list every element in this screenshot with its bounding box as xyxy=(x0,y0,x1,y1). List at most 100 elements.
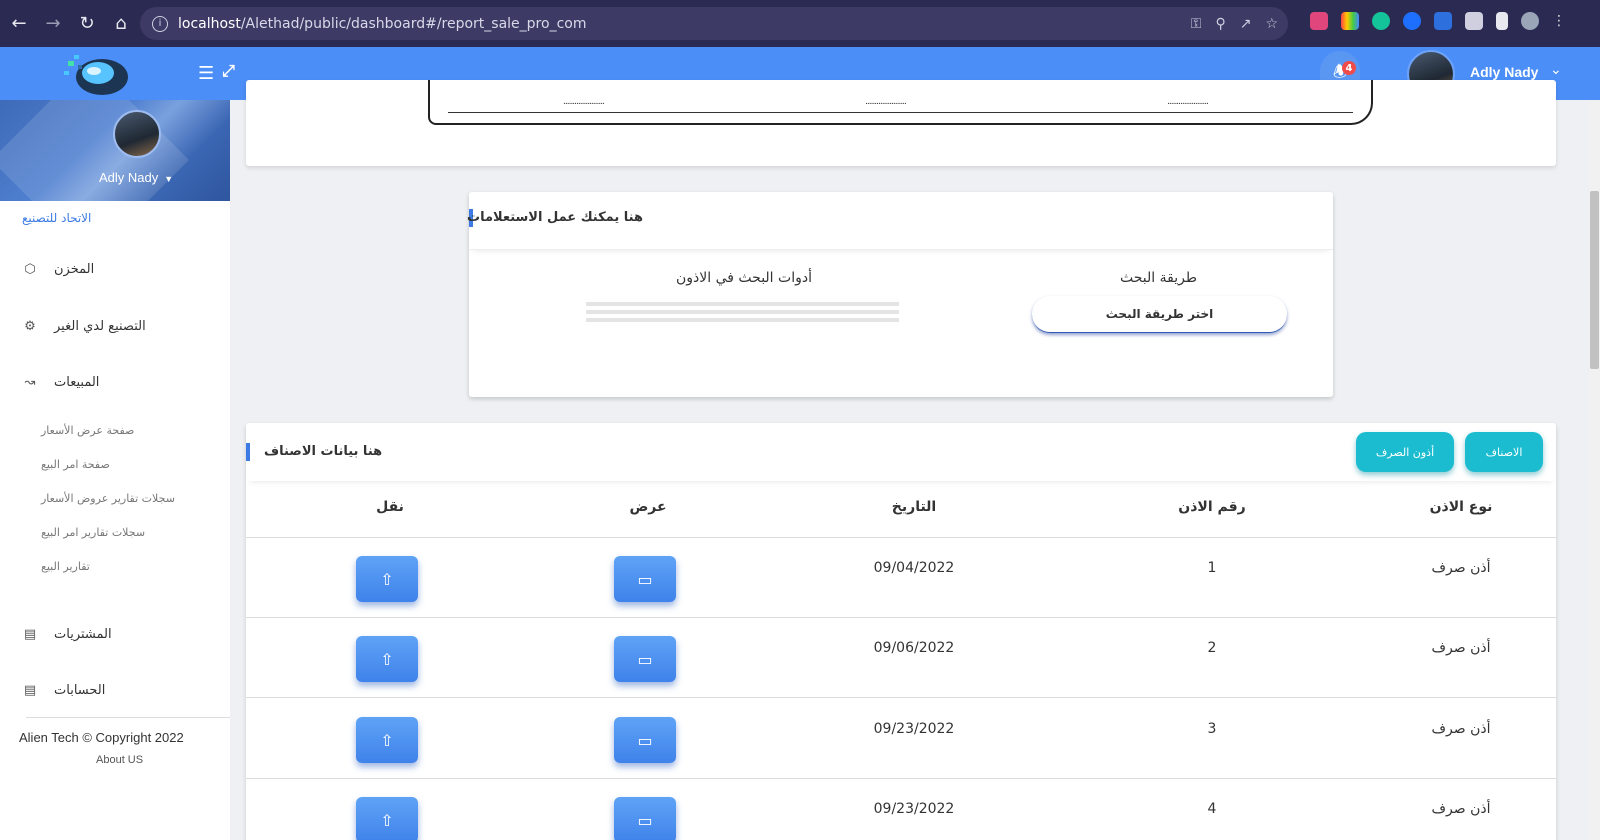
extension-infinity-icon[interactable] xyxy=(1403,12,1421,30)
card-icon: ▤ xyxy=(23,683,37,698)
move-button[interactable]: ⇧ xyxy=(356,556,418,602)
url-path: /Alethad/public/dashboard#/report_sale_p… xyxy=(240,15,587,32)
extension-feather-icon[interactable] xyxy=(1434,12,1452,30)
view-button[interactable]: ▭ xyxy=(614,717,676,763)
alien-tech-logo[interactable] xyxy=(64,51,130,97)
column-header-number: رقم الاذن xyxy=(1178,499,1246,515)
extensions-bar: ⋮ xyxy=(1310,12,1566,34)
key-icon[interactable]: ⚿ xyxy=(1191,16,1202,32)
about-us-link[interactable]: About US xyxy=(96,754,143,766)
report-paper: ...................... .................… xyxy=(428,80,1373,125)
sidebar-item-label: الحسابات xyxy=(54,683,106,698)
share-icon[interactable]: ↗ xyxy=(1240,16,1252,32)
column-header-date: التاريخ xyxy=(891,499,937,515)
zoom-icon[interactable]: ⚲ xyxy=(1215,16,1225,32)
cell-date: 09/23/2022 xyxy=(873,801,955,817)
column-header-view: عرض xyxy=(629,499,667,515)
bookmark-star-icon[interactable]: ☆ xyxy=(1265,16,1278,32)
table-card-header: هنا بيانات الاصناف الاصناف أذون الصرف xyxy=(246,423,1556,481)
sidebar-subitem-quotations[interactable]: صفحة عرض الأسعار xyxy=(41,424,134,437)
chevron-down-icon[interactable]: ⌄ xyxy=(1550,62,1562,78)
home-icon[interactable]: ⌂ xyxy=(106,9,136,39)
cell-type: أذن صرف xyxy=(1431,721,1491,737)
sidebar-subitem-sales-order[interactable]: صفحة امر البيع xyxy=(41,458,110,471)
url-host: localhost xyxy=(178,15,241,32)
search-card-header: هنا يمكنك عمل الاستعلامات xyxy=(467,192,1333,250)
caret-down-icon: ▼ xyxy=(164,174,174,184)
gear-icon: ⚙ xyxy=(24,319,36,334)
sidebar-item-purchases[interactable]: ▤ المشتريات xyxy=(22,627,112,642)
profile-icon[interactable] xyxy=(1521,12,1539,30)
site-info-icon[interactable]: i xyxy=(152,15,168,32)
cell-type: أذن صرف xyxy=(1431,640,1491,656)
signature-dots: ...................... xyxy=(1167,97,1209,107)
sidebar-divider xyxy=(26,717,230,718)
monitor-icon: ▭ xyxy=(637,730,653,750)
sidebar-item-outsourcing[interactable]: ⚙ التصنيع لدي الغير xyxy=(22,319,146,334)
extension-pink-icon[interactable] xyxy=(1310,12,1328,30)
sidebar-item-sales[interactable]: ↝ المبيعات xyxy=(22,375,100,390)
monitor-icon: ▭ xyxy=(637,569,653,589)
fullscreen-icon[interactable]: ⤢ xyxy=(222,61,235,81)
cell-number: 2 xyxy=(1207,640,1217,656)
address-bar[interactable]: i localhost/Alethad/public/dashboard#/re… xyxy=(140,7,1288,40)
table-row: أذن صرف 3 09/23/2022 ▭ ⇧ xyxy=(246,699,1556,779)
cube-icon: ⬡ xyxy=(24,262,36,277)
reload-icon[interactable]: ↻ xyxy=(72,9,102,39)
sidebar-subitem-sales-reports[interactable]: تقارير البيع xyxy=(41,560,90,573)
choose-search-method-button[interactable]: اختر طريقة البحث xyxy=(1032,296,1287,333)
hamburger-menu-icon[interactable]: ☰ xyxy=(198,63,214,84)
monitor-icon: ▭ xyxy=(637,810,653,830)
column-header-type: نوع الاذن xyxy=(1429,499,1493,515)
view-button[interactable]: ▭ xyxy=(614,556,676,602)
issue-permits-button[interactable]: أذون الصرف xyxy=(1356,432,1454,472)
move-button[interactable]: ⇧ xyxy=(356,797,418,840)
cell-date: 09/23/2022 xyxy=(873,721,955,737)
card-icon: ▤ xyxy=(23,627,37,642)
table-card-title: هنا بيانات الاصناف xyxy=(264,444,383,459)
puzzle-icon[interactable] xyxy=(1465,12,1483,30)
menu-kebab-icon[interactable]: ⋮ xyxy=(1552,12,1566,30)
sidebar-item-label: المشتريات xyxy=(54,627,112,642)
sidebar-item-label: التصنيع لدي الغير xyxy=(54,319,146,334)
cell-date: 09/06/2022 xyxy=(873,640,955,656)
view-button[interactable]: ▭ xyxy=(614,797,676,840)
header-user-name[interactable]: Adly Nady xyxy=(1470,64,1538,80)
upload-icon: ⇧ xyxy=(380,649,394,669)
upload-icon: ⇧ xyxy=(380,730,394,750)
notification-badge: 4 xyxy=(1342,61,1356,75)
grammarly-icon[interactable] xyxy=(1372,12,1390,30)
sidebar-subitem-order-reports[interactable]: سجلات تقارير امر البيع xyxy=(41,526,145,539)
sidebar-avatar xyxy=(113,110,161,158)
move-button[interactable]: ⇧ xyxy=(356,636,418,682)
extension-color-icon[interactable] xyxy=(1341,12,1359,30)
sidebar-company-name[interactable]: الاتحاد للتصنيع xyxy=(22,211,91,225)
chart-line-icon: ↝ xyxy=(24,375,36,390)
sidebar-item-label: المخزن xyxy=(54,262,95,277)
cell-number: 1 xyxy=(1207,560,1217,576)
paper-divider xyxy=(448,112,1353,113)
accent-bar xyxy=(246,443,250,461)
sidebar: Adly Nady ▼ الاتحاد للتصنيع ⬡ المخزن ⚙ ال… xyxy=(0,100,230,840)
sidebar-item-accounts[interactable]: ▤ الحسابات xyxy=(22,683,106,698)
scrollbar-thumb[interactable] xyxy=(1590,191,1599,369)
sidepanel-icon[interactable] xyxy=(1496,12,1508,30)
table-header-row: نوع الاذن رقم الاذن التاريخ عرض نقل xyxy=(246,499,1556,527)
upload-icon: ⇧ xyxy=(380,810,394,830)
forward-icon[interactable]: → xyxy=(38,9,68,39)
cell-type: أذن صرف xyxy=(1431,801,1491,817)
signature-dots: ...................... xyxy=(865,97,907,107)
search-card: هنا يمكنك عمل الاستعلامات طريقة البحث اخ… xyxy=(467,192,1333,397)
move-button[interactable]: ⇧ xyxy=(356,717,418,763)
table-row: أذن صرف 2 09/06/2022 ▭ ⇧ xyxy=(246,618,1556,698)
sidebar-item-label: المبيعات xyxy=(54,375,100,390)
search-method-label: طريقة البحث xyxy=(1120,270,1197,286)
view-button[interactable]: ▭ xyxy=(614,636,676,682)
back-icon[interactable]: ← xyxy=(4,9,34,39)
sidebar-subitem-quotation-reports[interactable]: سجلات تقارير عروض الأسعار xyxy=(41,492,175,505)
sidebar-item-warehouse[interactable]: ⬡ المخزن xyxy=(22,262,94,277)
sidebar-user-menu[interactable]: Adly Nady ▼ xyxy=(99,170,173,185)
categories-button[interactable]: الاصناف xyxy=(1465,432,1543,472)
items-table-card: هنا بيانات الاصناف الاصناف أذون الصرف نو… xyxy=(246,423,1556,840)
table-row: أذن صرف 1 09/04/2022 ▭ ⇧ xyxy=(246,538,1556,618)
